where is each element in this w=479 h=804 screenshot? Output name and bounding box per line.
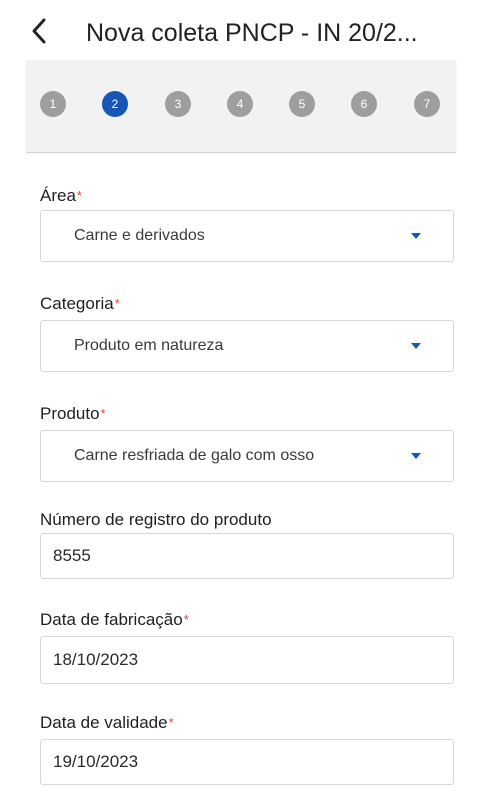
required-mark: * xyxy=(100,406,106,421)
step-2-active[interactable]: 2 xyxy=(102,91,128,117)
numero-registro-label: Número de registro do produto xyxy=(40,510,272,530)
categoria-select-value: Produto em natureza xyxy=(74,337,224,354)
step-1[interactable]: 1 xyxy=(40,91,66,117)
step-3[interactable]: 3 xyxy=(165,91,191,117)
data-validade-input[interactable] xyxy=(41,740,453,784)
caret-down-icon xyxy=(411,343,421,349)
numero-registro-input[interactable] xyxy=(41,534,453,578)
area-label: Área* xyxy=(40,186,82,206)
area-select-value: Carne e derivados xyxy=(74,227,205,244)
numero-registro-field[interactable] xyxy=(40,533,454,579)
categoria-label-text: Categoria xyxy=(40,294,114,313)
step-indicator: 1 2 3 4 5 6 7 xyxy=(26,60,456,153)
data-fabricacao-field[interactable] xyxy=(40,636,454,684)
caret-down-icon xyxy=(411,233,421,239)
app-screen: Nova coleta PNCP - IN 20/2... 1 2 3 4 5 … xyxy=(0,0,479,804)
data-fabricacao-label: Data de fabricação* xyxy=(40,610,189,630)
produto-select[interactable]: Carne resfriada de galo com osso xyxy=(40,430,454,482)
categoria-select[interactable]: Produto em natureza xyxy=(40,320,454,372)
app-header: Nova coleta PNCP - IN 20/2... xyxy=(0,0,479,64)
required-mark: * xyxy=(114,296,120,311)
area-select[interactable]: Carne e derivados xyxy=(40,210,454,262)
required-mark: * xyxy=(183,612,189,627)
required-mark: * xyxy=(168,715,174,730)
back-button[interactable] xyxy=(22,14,56,48)
produto-label-text: Produto xyxy=(40,404,100,423)
data-fabricacao-label-text: Data de fabricação xyxy=(40,610,183,629)
required-mark: * xyxy=(76,188,82,203)
step-5[interactable]: 5 xyxy=(289,91,315,117)
categoria-label: Categoria* xyxy=(40,294,120,314)
data-validade-label-text: Data de validade xyxy=(40,713,168,732)
produto-select-value: Carne resfriada de galo com osso xyxy=(74,447,315,464)
caret-down-icon xyxy=(411,453,421,459)
data-fabricacao-input[interactable] xyxy=(41,637,453,683)
area-label-text: Área xyxy=(40,186,76,205)
step-4[interactable]: 4 xyxy=(227,91,253,117)
step-6[interactable]: 6 xyxy=(351,91,377,117)
data-validade-field[interactable] xyxy=(40,739,454,785)
produto-label: Produto* xyxy=(40,404,106,424)
page-title: Nova coleta PNCP - IN 20/2... xyxy=(86,19,418,47)
step-7[interactable]: 7 xyxy=(414,91,440,117)
chevron-left-icon xyxy=(32,18,46,44)
numero-registro-label-text: Número de registro do produto xyxy=(40,510,272,529)
data-validade-label: Data de validade* xyxy=(40,713,174,733)
